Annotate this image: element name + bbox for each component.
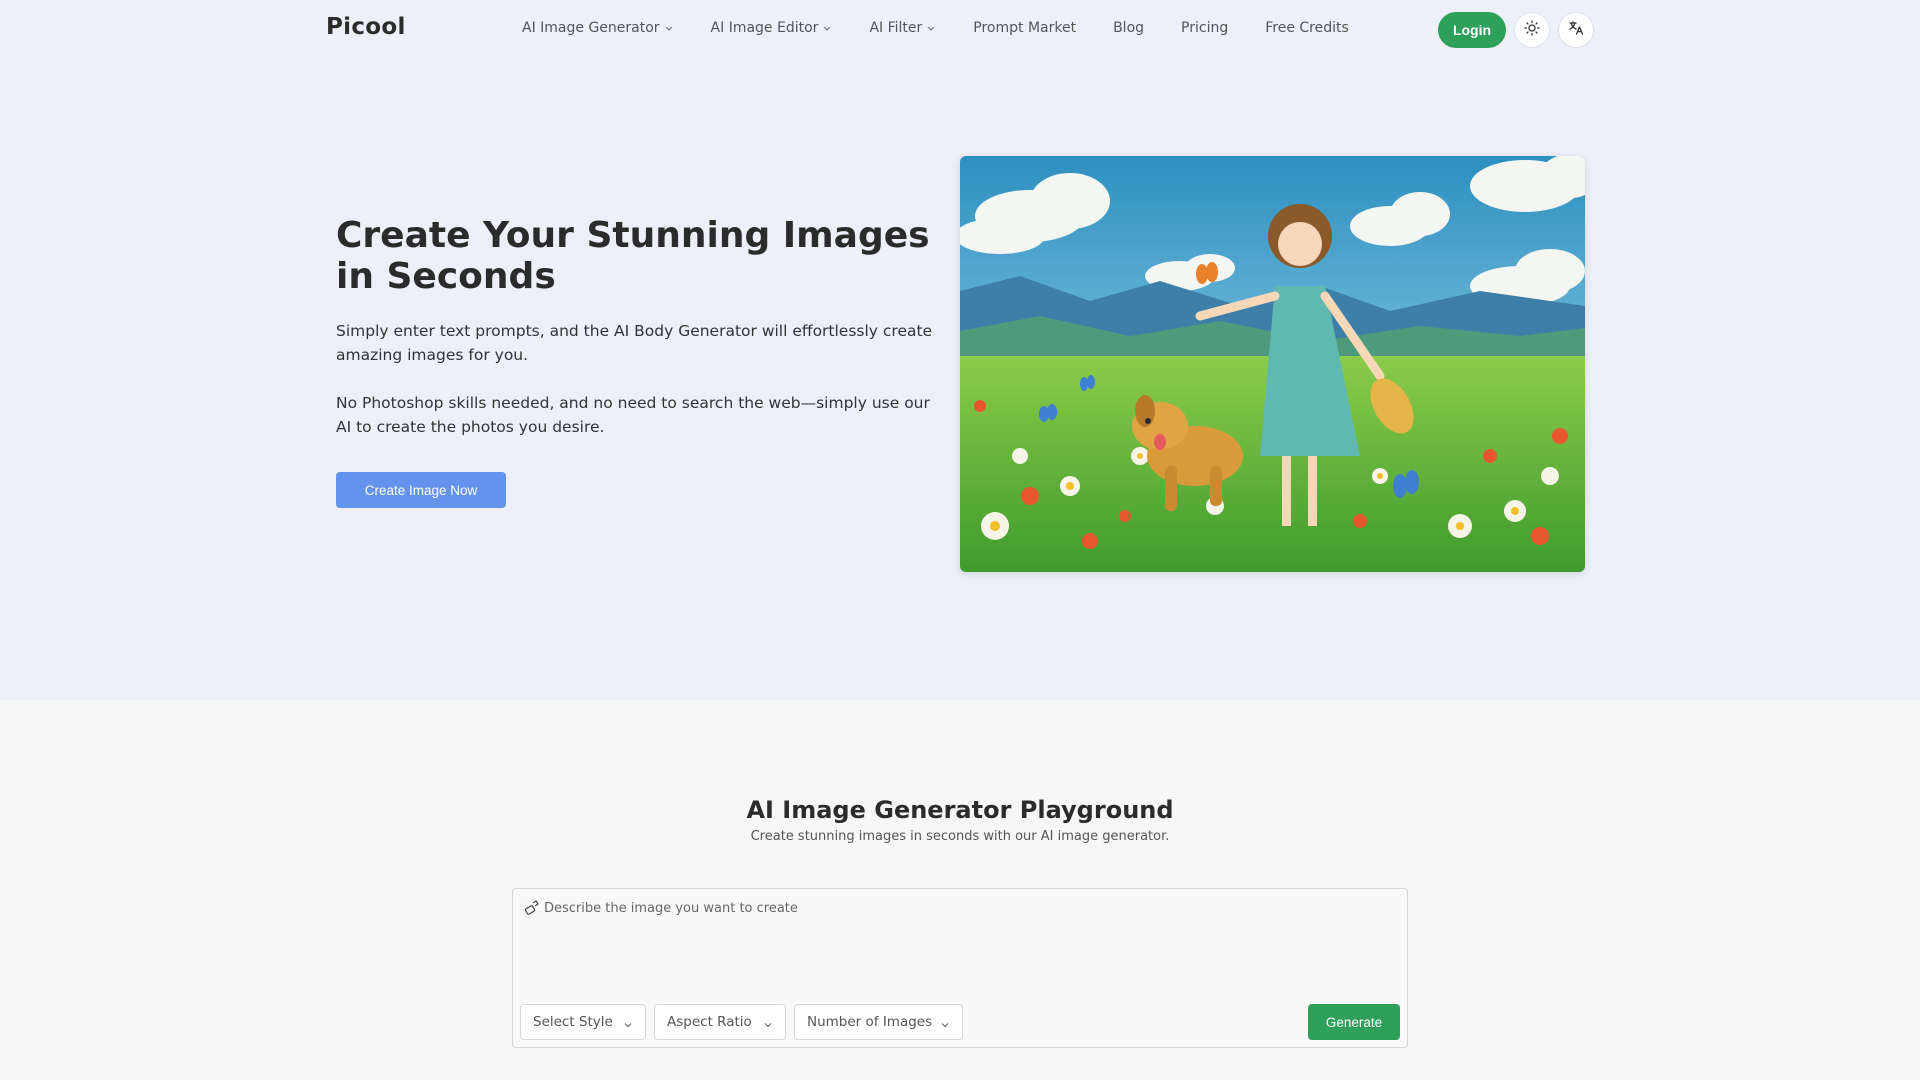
hero-description: Simply enter text prompts, and the AI Bo… xyxy=(336,322,933,364)
nav-item-free-credits[interactable]: Free Credits xyxy=(1265,20,1349,36)
generate-button[interactable]: Generate xyxy=(1308,1004,1400,1040)
nav-item-label: AI Image Editor xyxy=(710,20,819,36)
sun-icon xyxy=(1524,20,1540,40)
chevron-down-icon xyxy=(940,1018,950,1028)
nav-item-ai-image-generator[interactable]: AI Image Generator xyxy=(522,20,674,36)
chevron-down-icon xyxy=(926,23,936,33)
playground-subtitle: Create stunning images in seconds with o… xyxy=(750,829,1170,844)
nav-item-ai-image-editor[interactable]: AI Image Editor xyxy=(711,20,833,36)
nav-links: AI Image Generator AI Image Editor AI Fi… xyxy=(522,20,1386,36)
hero-title: Create Your Stunning Images in Seconds xyxy=(336,215,930,297)
style-select[interactable]: Select Style xyxy=(520,1004,646,1040)
nav-item-blog[interactable]: Blog xyxy=(1113,20,1144,36)
prompt-panel: Select Style Aspect Ratio Number of Imag… xyxy=(512,888,1408,1048)
chevron-down-icon xyxy=(822,23,832,33)
hero-section: Create Your Stunning Images in Seconds S… xyxy=(0,60,1920,700)
logo[interactable]: Picool xyxy=(326,14,406,40)
magic-wand-icon xyxy=(524,900,540,916)
number-of-images-label: Number of Images xyxy=(807,1014,933,1030)
hero-description-secondary: No Photoshop skills needed, and no need … xyxy=(336,394,930,436)
chevron-down-icon xyxy=(623,1018,633,1028)
style-select-label: Select Style xyxy=(533,1014,613,1030)
nav-item-prompt-market[interactable]: Prompt Market xyxy=(973,20,1076,36)
aspect-ratio-label: Aspect Ratio xyxy=(667,1014,752,1030)
nav-item-label: AI Filter xyxy=(869,20,923,36)
chevron-down-icon xyxy=(763,1018,773,1028)
nav-item-label: Pricing xyxy=(1181,20,1229,36)
nav-item-label: Blog xyxy=(1113,20,1145,36)
nav-item-label: AI Image Generator xyxy=(522,20,660,36)
prompt-input[interactable] xyxy=(544,901,1384,971)
top-nav: Picool AI Image Generator AI Image Edito… xyxy=(0,0,1920,60)
nav-item-label: Free Credits xyxy=(1265,20,1349,36)
playground-title: AI Image Generator Playground xyxy=(746,796,1174,824)
nav-item-pricing[interactable]: Pricing xyxy=(1181,20,1228,36)
login-button[interactable]: Login xyxy=(1438,12,1506,48)
translate-icon xyxy=(1568,20,1584,40)
nav-item-ai-filter[interactable]: AI Filter xyxy=(869,20,936,36)
hero-image xyxy=(960,156,1585,572)
create-image-button[interactable]: Create Image Now xyxy=(336,472,506,508)
language-button[interactable] xyxy=(1558,12,1594,48)
number-of-images-select[interactable]: Number of Images xyxy=(794,1004,963,1040)
nav-item-label: Prompt Market xyxy=(973,20,1077,36)
aspect-ratio-select[interactable]: Aspect Ratio xyxy=(654,1004,786,1040)
chevron-down-icon xyxy=(664,23,674,33)
theme-toggle-button[interactable] xyxy=(1514,12,1550,48)
